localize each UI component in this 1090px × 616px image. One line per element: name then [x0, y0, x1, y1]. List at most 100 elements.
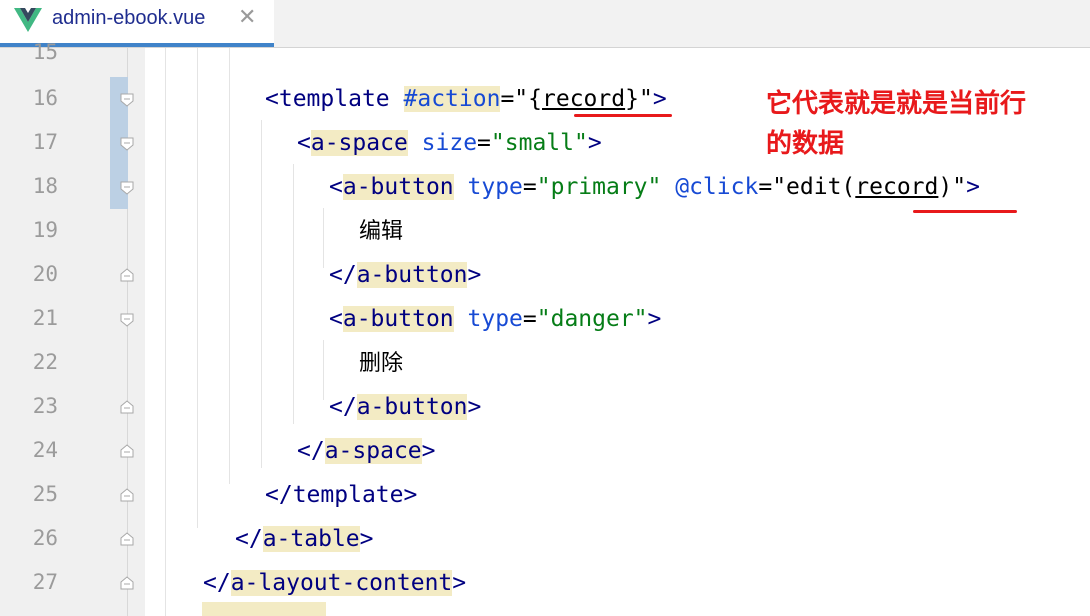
code-line-27: </a-layout-content> [203, 561, 466, 605]
line-number: 27 [32, 570, 58, 594]
annotation-note: 它代表就是就是当前行 的数据 [766, 84, 1056, 164]
equals: = [477, 130, 491, 156]
quote: " [772, 174, 787, 200]
fold-open-icon[interactable] [120, 181, 134, 195]
line-number: 23 [32, 394, 58, 418]
tag-bracket: > [403, 482, 418, 508]
fold-close-icon[interactable] [120, 444, 134, 458]
annotation-line-2: 的数据 [766, 129, 845, 159]
tag-bracket: </ [329, 394, 357, 420]
line-number: 15 [32, 40, 58, 64]
tag-bracket: </ [265, 482, 293, 508]
tag-bracket: </ [297, 438, 325, 464]
quote: " [952, 174, 967, 200]
indent-guide [323, 340, 324, 400]
code-line-23: </a-button> [329, 385, 481, 429]
fold-open-icon[interactable] [120, 313, 134, 327]
code-line-26: </a-table> [235, 517, 374, 561]
paren: ) [938, 174, 953, 200]
tag-bracket: > [467, 262, 482, 288]
line-number: 22 [32, 350, 58, 374]
code-line-18: <a-button type="primary" @click="edit(re… [329, 165, 980, 209]
tag-highlight-partial [202, 602, 326, 616]
line-number: 26 [32, 526, 58, 550]
vue-logo-icon [14, 8, 42, 32]
tag-bracket: > [652, 86, 667, 112]
attr-value: "primary" [536, 174, 662, 200]
tag-name: a-button [356, 262, 468, 288]
fold-close-icon[interactable] [120, 532, 134, 546]
quote: " [514, 86, 529, 112]
attr-name: #action [403, 86, 501, 112]
code-line-25: </template> [265, 473, 417, 517]
line-number: 17 [32, 130, 58, 154]
tag-name: a-space [310, 130, 408, 156]
button-text-delete: 删除 [359, 351, 404, 376]
line-number: 21 [32, 306, 58, 330]
fold-close-icon[interactable] [120, 268, 134, 282]
fold-close-icon[interactable] [120, 576, 134, 590]
code-line-21: <a-button type="danger"> [329, 297, 661, 341]
line-number: 18 [32, 174, 58, 198]
line-number: 24 [32, 438, 58, 462]
tag-bracket: > [421, 438, 436, 464]
tag-bracket: > [587, 130, 602, 156]
attr-value: "danger" [536, 306, 648, 332]
function-call: edit( [786, 174, 856, 200]
equals: = [522, 174, 537, 200]
tag-name: template [278, 86, 390, 112]
code-line-20: </a-button> [329, 253, 481, 297]
tag-bracket: > [359, 526, 374, 552]
tab-filename: admin-ebook.vue [52, 7, 206, 29]
attr-value: "small" [490, 130, 588, 156]
fold-close-icon[interactable] [120, 488, 134, 502]
button-text-edit: 编辑 [359, 219, 404, 244]
editor-tab-bar: admin-ebook.vue ✕ [0, 0, 1090, 48]
tag-bracket: < [329, 174, 343, 200]
tag-name: template [292, 482, 404, 508]
tag-bracket: > [966, 174, 980, 200]
tag-bracket: < [329, 306, 343, 332]
code-line-19: 编辑 [359, 209, 403, 253]
tag-name: a-button [342, 174, 454, 200]
close-icon[interactable]: ✕ [238, 5, 256, 30]
tag-bracket: < [265, 86, 279, 112]
indent-guide [165, 48, 166, 616]
quote: " [638, 86, 653, 112]
tag-bracket: > [452, 570, 467, 596]
record-variable: record [542, 86, 626, 112]
equals: = [758, 174, 773, 200]
record-variable: record [855, 174, 939, 200]
attr-name: type [467, 306, 523, 332]
line-number: 20 [32, 262, 58, 286]
equals: = [500, 86, 515, 112]
line-number: 19 [32, 218, 58, 242]
line-number: 25 [32, 482, 58, 506]
tag-name: a-layout-content [230, 570, 453, 596]
equals: = [522, 306, 537, 332]
fold-open-icon[interactable] [120, 93, 134, 107]
attr-name: @click [675, 174, 759, 200]
fold-open-icon[interactable] [120, 137, 134, 151]
line-number: 16 [32, 86, 58, 110]
tag-bracket: < [297, 130, 311, 156]
tag-bracket: </ [329, 262, 357, 288]
indent-guide [197, 48, 198, 528]
fold-close-icon[interactable] [120, 400, 134, 414]
annotation-line-1: 它代表就是就是当前行 [766, 89, 1027, 119]
code-line-22: 删除 [359, 341, 403, 385]
red-underline-annotation [574, 114, 672, 117]
tag-bracket: </ [203, 570, 231, 596]
indent-guide [229, 48, 230, 484]
tag-name: a-table [262, 526, 360, 552]
tag-bracket: </ [235, 526, 263, 552]
brace: { [528, 86, 543, 112]
tag-bracket: > [647, 306, 662, 332]
code-line-24: </a-space> [297, 429, 436, 473]
code-line-17: <a-space size="small"> [297, 121, 602, 165]
